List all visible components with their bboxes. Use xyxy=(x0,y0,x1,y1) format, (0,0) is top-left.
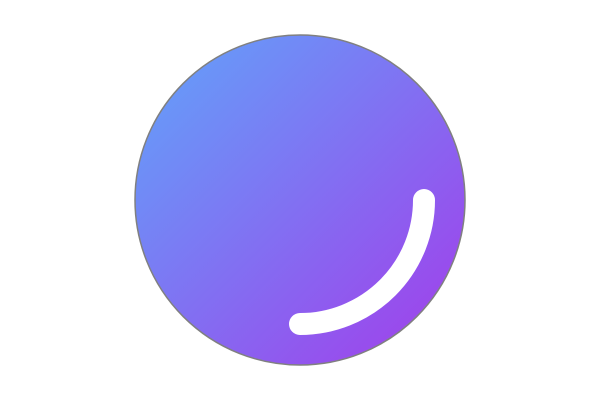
icon-canvas xyxy=(0,0,600,400)
gradient-orb-icon xyxy=(134,34,466,366)
